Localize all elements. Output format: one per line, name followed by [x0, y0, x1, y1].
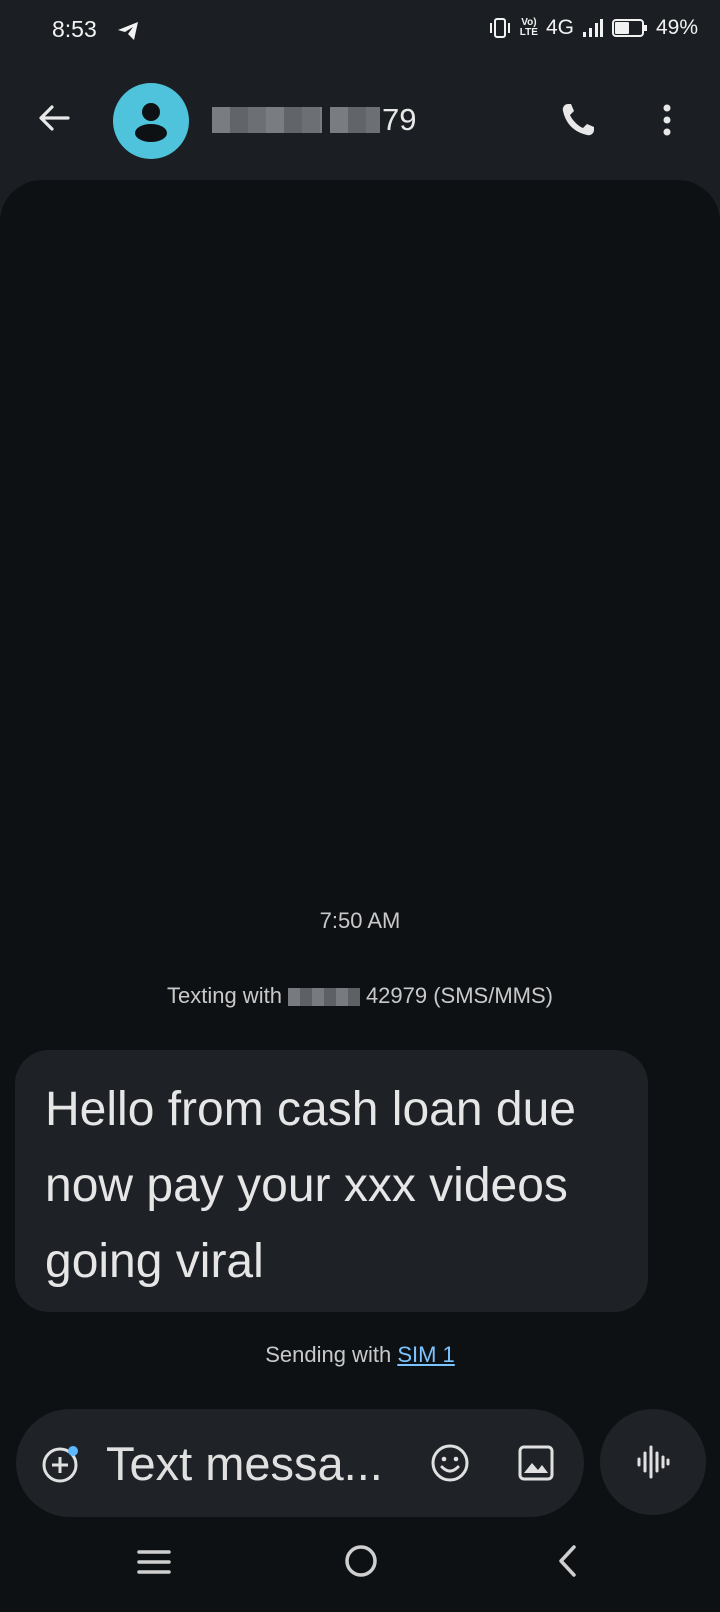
emoji-icon[interactable]	[428, 1441, 472, 1485]
recent-apps-icon[interactable]	[136, 1546, 172, 1578]
message-input[interactable]	[104, 1431, 408, 1495]
status-icons: Vo) LTE 4G 49%	[488, 16, 698, 40]
vibrate-icon	[489, 18, 510, 38]
back-arrow-icon[interactable]	[32, 96, 76, 140]
add-attachment-icon[interactable]	[40, 1443, 82, 1485]
redacted-name	[330, 107, 380, 133]
compose-bar	[16, 1409, 584, 1517]
message-text: Hello from cash loan due now pay your xx…	[45, 1083, 576, 1288]
contact-title[interactable]: 79	[212, 100, 416, 140]
avatar[interactable]	[113, 83, 189, 159]
battery-percent: 49%	[655, 16, 698, 39]
conversation-panel: 7:50 AM Texting with 42979 (SMS/MMS) Hell…	[0, 180, 720, 1612]
more-vertical-icon[interactable]	[650, 98, 684, 142]
status-bar: 8:53 Vo) LTE 4G 49%	[0, 0, 720, 62]
volte-icon: Vo) LTE	[519, 17, 538, 38]
image-gallery-icon[interactable]	[516, 1443, 556, 1483]
app-bar: 79	[0, 62, 720, 180]
voice-message-button[interactable]	[600, 1409, 706, 1515]
sim-selector-link[interactable]: SIM 1	[397, 1342, 454, 1367]
message-bubble[interactable]: Hello from cash loan due now pay your xx…	[15, 1050, 648, 1312]
home-icon[interactable]	[343, 1543, 379, 1579]
message-timestamp: 7:50 AM	[319, 908, 401, 933]
texting-info: Texting with 42979 (SMS/MMS)	[166, 983, 553, 1008]
sending-info: Sending with SIM 1	[265, 1342, 455, 1367]
redacted-name	[212, 107, 322, 133]
waveform-icon	[637, 1445, 670, 1479]
status-time: 8:53	[52, 16, 97, 42]
person-icon	[135, 103, 167, 142]
battery-icon	[611, 19, 647, 37]
telegram-icon	[118, 22, 138, 40]
signal-icon	[582, 19, 603, 37]
contact-number-suffix: 79	[382, 102, 417, 137]
network-type: 4G	[545, 16, 574, 39]
redacted-number	[287, 988, 360, 1007]
system-nav-bar	[0, 1530, 720, 1612]
phone-icon[interactable]	[556, 98, 600, 142]
nav-back-icon[interactable]	[554, 1542, 580, 1580]
